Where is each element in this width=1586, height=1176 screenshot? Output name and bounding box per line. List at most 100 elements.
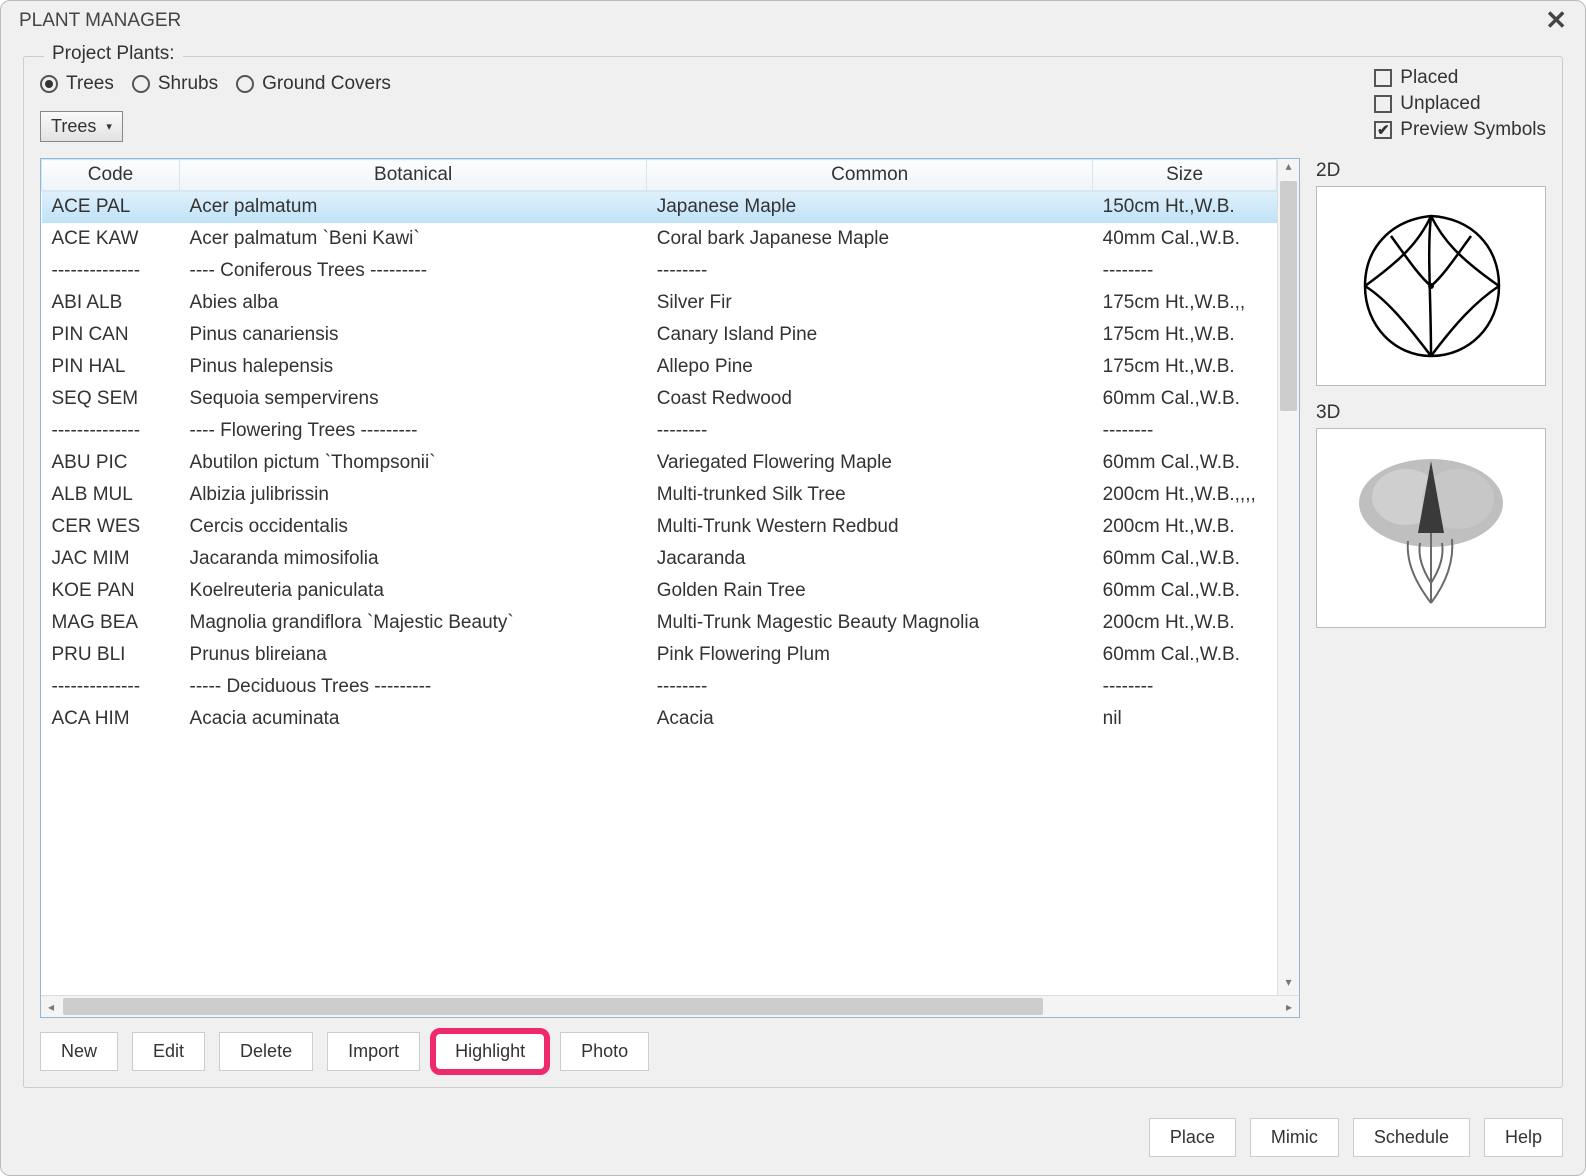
cell-botanical: ----- Deciduous Trees ---------	[180, 671, 647, 703]
horizontal-scrollbar[interactable]: ◂ ▸	[41, 995, 1299, 1017]
table-row[interactable]: PRU BLIPrunus blireianaPink Flowering Pl…	[42, 639, 1277, 671]
delete-button[interactable]: Delete	[219, 1032, 313, 1071]
check-unplaced[interactable]: Unplaced	[1374, 93, 1546, 115]
check-unplaced-label: Unplaced	[1400, 93, 1480, 115]
table-row[interactable]: ------------------ Coniferous Trees ----…	[42, 255, 1277, 287]
cell-size: --------	[1093, 415, 1277, 447]
cell-botanical: Koelreuteria paniculata	[180, 575, 647, 607]
titlebar: PLANT MANAGER ✕	[1, 1, 1585, 36]
cell-code: ACE KAW	[42, 223, 180, 255]
cell-botanical: ---- Coniferous Trees ---------	[180, 255, 647, 287]
table-row[interactable]: ACE KAWAcer palmatum `Beni Kawi`Coral ba…	[42, 223, 1277, 255]
scroll-thumb[interactable]	[63, 998, 1043, 1015]
cell-common: Multi-Trunk Magestic Beauty Magnolia	[647, 607, 1093, 639]
preview-3d-box	[1316, 428, 1546, 628]
dropdown-value: Trees	[51, 116, 96, 137]
cell-size: 175cm Ht.,W.B.,,	[1093, 287, 1277, 319]
window-title: PLANT MANAGER	[19, 10, 181, 32]
group-legend: Project Plants:	[44, 43, 183, 65]
table-row[interactable]: PIN HALPinus halepensisAllepo Pine175cm …	[42, 351, 1277, 383]
cell-code: SEQ SEM	[42, 383, 180, 415]
cell-common: Japanese Maple	[647, 191, 1093, 224]
cell-code: JAC MIM	[42, 543, 180, 575]
radio-circle-icon	[132, 75, 150, 93]
radio-trees-label: Trees	[66, 73, 114, 95]
cell-size: 60mm Cal.,W.B.	[1093, 447, 1277, 479]
cell-common: Golden Rain Tree	[647, 575, 1093, 607]
table-row[interactable]: ------------------ Flowering Trees -----…	[42, 415, 1277, 447]
cell-botanical: Acer palmatum	[180, 191, 647, 224]
vertical-scrollbar[interactable]: ▴ ▾	[1277, 159, 1299, 995]
plant-grid: Code Botanical Common Size ACE PALAcer p…	[41, 159, 1299, 995]
radio-ground-covers[interactable]: Ground Covers	[236, 73, 391, 95]
plant-manager-window: PLANT MANAGER ✕ Project Plants: Trees Sh…	[0, 0, 1586, 1176]
radio-shrubs[interactable]: Shrubs	[132, 73, 218, 95]
table-row[interactable]: ACA HIMAcacia acuminataAcacianil	[42, 703, 1277, 735]
radio-ground-covers-label: Ground Covers	[262, 73, 391, 95]
scroll-down-icon[interactable]: ▾	[1278, 975, 1299, 995]
cell-code: KOE PAN	[42, 575, 180, 607]
mimic-button[interactable]: Mimic	[1250, 1118, 1339, 1157]
place-button[interactable]: Place	[1149, 1118, 1236, 1157]
table-row[interactable]: ABI ALBAbies albaSilver Fir175cm Ht.,W.B…	[42, 287, 1277, 319]
plant-table[interactable]: Code Botanical Common Size ACE PALAcer p…	[41, 159, 1277, 735]
schedule-button[interactable]: Schedule	[1353, 1118, 1470, 1157]
new-button[interactable]: New	[40, 1032, 118, 1071]
cell-size: --------	[1093, 255, 1277, 287]
check-placed[interactable]: Placed	[1374, 67, 1546, 89]
col-common[interactable]: Common	[647, 160, 1093, 191]
table-row[interactable]: JAC MIMJacaranda mimosifoliaJacaranda60m…	[42, 543, 1277, 575]
cell-common: Jacaranda	[647, 543, 1093, 575]
cell-common: --------	[647, 671, 1093, 703]
table-row[interactable]: SEQ SEMSequoia sempervirensCoast Redwood…	[42, 383, 1277, 415]
cell-common: Pink Flowering Plum	[647, 639, 1093, 671]
table-row[interactable]: MAG BEAMagnolia grandiflora `Majestic Be…	[42, 607, 1277, 639]
table-row[interactable]: PIN CANPinus canariensisCanary Island Pi…	[42, 319, 1277, 351]
highlight-button[interactable]: Highlight	[434, 1032, 546, 1071]
plant-table-wrap: Code Botanical Common Size ACE PALAcer p…	[40, 158, 1300, 1018]
check-preview-symbols-label: Preview Symbols	[1400, 119, 1546, 141]
cell-common: Silver Fir	[647, 287, 1093, 319]
project-plants-group: Project Plants: Trees Shrubs	[23, 56, 1563, 1088]
checkbox-icon	[1374, 69, 1392, 87]
cell-code: PRU BLI	[42, 639, 180, 671]
col-code[interactable]: Code	[42, 160, 180, 191]
scroll-thumb[interactable]	[1280, 181, 1297, 411]
cell-common: --------	[647, 255, 1093, 287]
photo-button[interactable]: Photo	[560, 1032, 649, 1071]
table-row[interactable]: ABU PICAbutilon pictum `Thompsonii`Varie…	[42, 447, 1277, 479]
close-icon[interactable]: ✕	[1539, 5, 1573, 36]
import-button[interactable]: Import	[327, 1032, 420, 1071]
table-row[interactable]: ------------------- Deciduous Trees ----…	[42, 671, 1277, 703]
scroll-left-icon[interactable]: ◂	[41, 996, 61, 1017]
table-row[interactable]: CER WESCercis occidentalisMulti-Trunk We…	[42, 511, 1277, 543]
table-row[interactable]: ALB MULAlbizia julibrissinMulti-trunked …	[42, 479, 1277, 511]
table-row[interactable]: ACE PALAcer palmatumJapanese Maple150cm …	[42, 191, 1277, 224]
category-dropdown[interactable]: Trees ▾	[40, 111, 123, 142]
col-size[interactable]: Size	[1093, 160, 1277, 191]
cell-botanical: Albizia julibrissin	[180, 479, 647, 511]
cell-common: Allepo Pine	[647, 351, 1093, 383]
cell-size: 175cm Ht.,W.B.	[1093, 351, 1277, 383]
dialog-buttons-row: Place Mimic Schedule Help	[23, 1118, 1563, 1157]
preview-2d-box	[1316, 186, 1546, 386]
left-top-block: Trees Shrubs Ground Covers Trees	[40, 67, 391, 148]
scroll-up-icon[interactable]: ▴	[1278, 159, 1299, 179]
scroll-right-icon[interactable]: ▸	[1279, 996, 1299, 1017]
chevron-down-icon: ▾	[106, 120, 112, 133]
cell-size: 200cm Ht.,W.B.	[1093, 511, 1277, 543]
cell-code: ALB MUL	[42, 479, 180, 511]
col-botanical[interactable]: Botanical	[180, 160, 647, 191]
content-area: Project Plants: Trees Shrubs	[1, 36, 1585, 1175]
checkbox-icon	[1374, 95, 1392, 113]
cell-botanical: Acer palmatum `Beni Kawi`	[180, 223, 647, 255]
plant-3d-symbol-icon	[1346, 443, 1516, 613]
edit-button[interactable]: Edit	[132, 1032, 205, 1071]
mid-row: Code Botanical Common Size ACE PALAcer p…	[40, 158, 1546, 1018]
table-row[interactable]: KOE PANKoelreuteria paniculataGolden Rai…	[42, 575, 1277, 607]
help-button[interactable]: Help	[1484, 1118, 1563, 1157]
radio-trees[interactable]: Trees	[40, 73, 114, 95]
check-preview-symbols[interactable]: ✔ Preview Symbols	[1374, 119, 1546, 141]
cell-botanical: Magnolia grandiflora `Majestic Beauty`	[180, 607, 647, 639]
action-buttons-row: New Edit Delete Import Highlight Photo	[40, 1032, 1546, 1071]
